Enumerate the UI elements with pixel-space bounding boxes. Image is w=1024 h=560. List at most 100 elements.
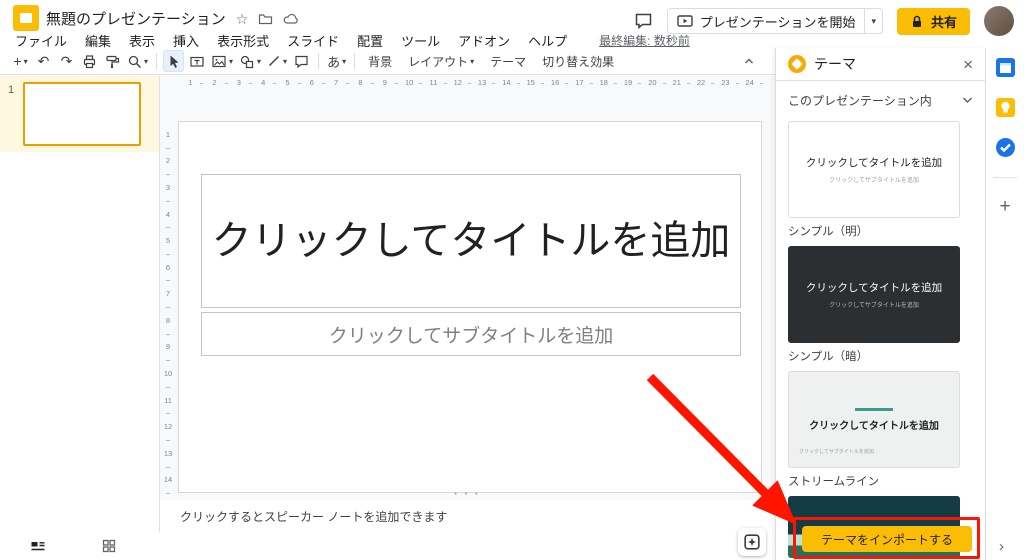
ruler-mark: 6 xyxy=(300,78,326,90)
rail-divider xyxy=(993,177,1017,178)
slide-thumbnail[interactable] xyxy=(23,82,141,146)
theme-card-subtitle: クリックしてサブタイトルを追加 xyxy=(799,449,874,455)
lock-icon xyxy=(912,15,921,27)
ruler-mark: 9 xyxy=(162,334,174,361)
chevron-down-icon xyxy=(962,96,973,104)
hide-side-panel-button[interactable]: › xyxy=(999,538,1004,555)
view-switcher xyxy=(0,532,160,560)
ruler-mark: 8 xyxy=(348,78,374,90)
close-panel-button[interactable]: × xyxy=(963,56,973,73)
ruler-mark: 22 xyxy=(689,78,715,90)
ruler-mark: 14 xyxy=(494,78,520,90)
ruler-vertical: 1 2 3 4 5 6 7 8 9 10 11 12 13 14 xyxy=(162,121,174,494)
toolbar-divider xyxy=(318,53,320,69)
ruler-mark: 20 xyxy=(640,78,666,90)
layout-label: レイアウト xyxy=(408,54,469,69)
paint-format-button[interactable] xyxy=(102,50,123,72)
toolbar: + ▾ ↶ ↷ ▾ ▾ ▾ ▾ あ ▾ 背景 レイアウト ▾ テーマ 切り替え効… xyxy=(0,48,775,75)
explore-button[interactable] xyxy=(738,528,766,556)
ruler-mark: 23 xyxy=(713,78,739,90)
theme-card-title: クリックしてタイトルを追加 xyxy=(805,157,943,169)
redo-button[interactable]: ↷ xyxy=(56,50,77,72)
ruler-mark: 10 xyxy=(162,360,174,388)
theme-name-label: シンプル（明） xyxy=(788,226,869,238)
speaker-notes[interactable]: クリックするとスピーカー ノートを追加できます xyxy=(160,500,775,560)
text-format-button[interactable]: あ ▾ xyxy=(325,50,348,72)
slides-logo[interactable] xyxy=(13,5,39,31)
slide-row[interactable]: 1 xyxy=(0,76,159,152)
theme-panel: テーマ × このプレゼンテーション内 クリックしてタイトルを追加 クリックしてサ… xyxy=(775,48,985,560)
ruler-mark: 2 xyxy=(162,148,174,175)
ruler-mark: 8 xyxy=(162,307,174,335)
add-slide-button[interactable]: + ▾ xyxy=(10,50,31,72)
comments-button[interactable] xyxy=(634,12,653,30)
insert-image-button[interactable]: ▾ xyxy=(209,50,235,72)
ruler-horizontal: 1 2 3 4 5 6 7 8 9 10 11 12 13 14 15 16 17 18 19 20 21 22 23 24 xyxy=(178,78,764,90)
background-button[interactable]: 背景 xyxy=(361,50,399,72)
avatar[interactable] xyxy=(984,6,1014,36)
toolbar-divider xyxy=(354,53,356,69)
present-label: プレゼンテーションを開始 xyxy=(699,14,856,30)
insert-comment-button[interactable] xyxy=(291,50,312,72)
theme-card-simple-dark[interactable]: クリックしてタイトルを追加 クリックしてサブタイトルを追加 xyxy=(788,246,960,343)
title-row: 無題のプレゼンテーション ☆ xyxy=(46,8,299,29)
keep-app-button[interactable] xyxy=(995,97,1016,118)
ruler-mark: 24 xyxy=(738,78,764,90)
insert-line-button[interactable]: ▾ xyxy=(265,50,289,72)
ruler-mark: 1 xyxy=(162,121,174,149)
ruler-mark: 4 xyxy=(162,201,174,228)
grid-view-button[interactable] xyxy=(102,539,116,553)
ruler-mark: 19 xyxy=(616,78,642,90)
star-icon[interactable]: ☆ xyxy=(236,12,249,26)
theme-card-simple-light[interactable]: クリックしてタイトルを追加 クリックしてサブタイトルを追加 xyxy=(788,121,960,218)
theme-panel-title: テーマ xyxy=(814,56,856,72)
text-format-glyph: あ xyxy=(327,54,341,70)
share-button[interactable]: 共有 xyxy=(896,7,970,35)
present-button[interactable]: プレゼンテーションを開始 ▾ xyxy=(666,8,883,34)
ruler-mark: 3 xyxy=(227,78,253,90)
ruler-mark: 12 xyxy=(162,413,174,441)
import-theme-button[interactable]: テーマをインポートする xyxy=(802,526,972,552)
ruler-mark: 5 xyxy=(162,227,174,255)
layout-button[interactable]: レイアウト ▾ xyxy=(401,50,481,72)
speaker-notes-placeholder[interactable]: クリックするとスピーカー ノートを追加できます xyxy=(180,508,447,525)
notes-resize-handle[interactable]: • • • xyxy=(160,491,775,498)
undo-button[interactable]: ↶ xyxy=(33,50,54,72)
slide-subtitle-placeholder[interactable]: クリックしてサブタイトルを追加 xyxy=(201,312,741,356)
present-dropdown[interactable]: ▾ xyxy=(864,9,882,33)
calendar-app-button[interactable] xyxy=(995,57,1016,78)
accent-line xyxy=(855,407,893,411)
document-title[interactable]: 無題のプレゼンテーション xyxy=(46,8,226,29)
in-presentation-section[interactable]: このプレゼンテーション内 xyxy=(776,81,985,111)
slide-canvas[interactable]: クリックしてタイトルを追加 クリックしてサブタイトルを追加 xyxy=(178,121,762,493)
cloud-status-icon[interactable] xyxy=(283,12,299,25)
ruler-mark: 16 xyxy=(543,78,569,90)
slide-title-placeholder[interactable]: クリックしてタイトルを追加 xyxy=(201,174,741,308)
get-addons-button[interactable]: + xyxy=(999,197,1010,216)
insert-shape-button[interactable]: ▾ xyxy=(237,50,263,72)
text-box-tool[interactable] xyxy=(186,50,207,72)
ruler-mark: 11 xyxy=(162,387,174,414)
toolbar-divider xyxy=(156,53,158,69)
theme-card-subtitle: クリックしてサブタイトルを追加 xyxy=(829,303,919,309)
collapse-toolbar-button[interactable] xyxy=(738,50,759,72)
theme-card-title: クリックしてタイトルを追加 xyxy=(809,420,939,432)
theme-card-subtitle: クリックしてサブタイトルを追加 xyxy=(829,178,919,184)
ruler-mark: 17 xyxy=(567,78,593,90)
tasks-app-button[interactable] xyxy=(995,137,1016,158)
filmstrip-view-button[interactable] xyxy=(30,539,46,553)
ruler-mark: 12 xyxy=(446,78,472,90)
move-folder-icon[interactable] xyxy=(258,12,273,26)
ruler-mark: 1 xyxy=(178,78,204,90)
section-label: このプレゼンテーション内 xyxy=(788,93,932,108)
transition-button[interactable]: 切り替え効果 xyxy=(535,50,621,72)
theme-card-streamline[interactable]: クリックしてタイトルを追加 クリックしてサブタイトルを追加 xyxy=(788,371,960,468)
ruler-mark: 9 xyxy=(373,78,399,90)
print-button[interactable] xyxy=(79,50,100,72)
select-tool[interactable] xyxy=(163,50,185,72)
theme-button[interactable]: テーマ xyxy=(483,50,533,72)
zoom-button[interactable]: ▾ xyxy=(125,50,150,72)
theme-panel-header: テーマ × xyxy=(776,48,985,81)
google-slides-app: 無題のプレゼンテーション ☆ ファイル 編集 表示 挿入 表示形式 スライド 配… xyxy=(0,0,1024,560)
ruler-mark: 7 xyxy=(324,78,350,90)
